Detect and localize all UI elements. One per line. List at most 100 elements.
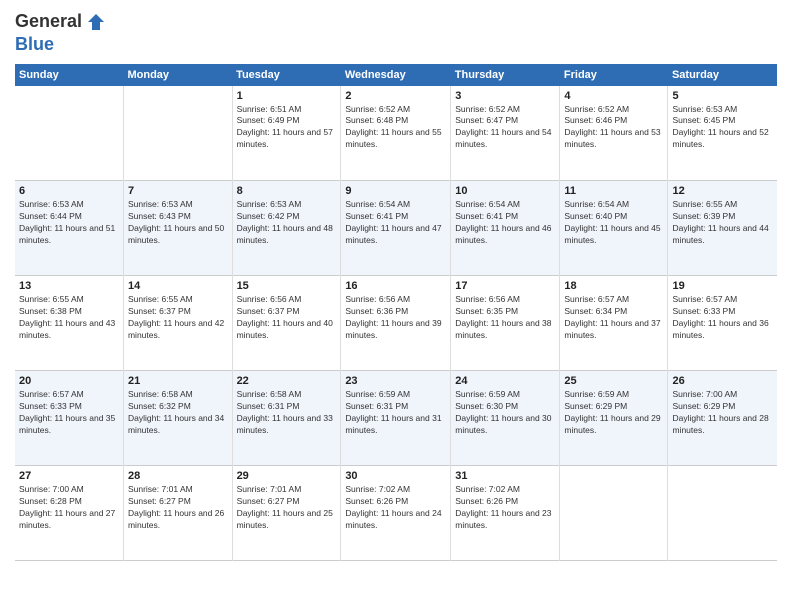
calendar-cell: 29 Sunrise: 7:01 AM Sunset: 6:27 PM Dayli… [232, 466, 341, 561]
calendar-cell: 9 Sunrise: 6:54 AM Sunset: 6:41 PM Daylig… [341, 181, 451, 276]
calendar-cell: 25 Sunrise: 6:59 AM Sunset: 6:29 PM Dayli… [560, 371, 668, 466]
day-number: 28 [128, 470, 228, 482]
day-number: 27 [19, 470, 119, 482]
calendar-cell: 6 Sunrise: 6:53 AM Sunset: 6:44 PM Daylig… [15, 181, 123, 276]
calendar-cell: 31 Sunrise: 7:02 AM Sunset: 6:26 PM Dayli… [451, 466, 560, 561]
day-number: 8 [237, 185, 337, 197]
day-info: Sunrise: 7:01 AM Sunset: 6:27 PM Dayligh… [237, 484, 337, 532]
day-number: 31 [455, 470, 555, 482]
logo: General Blue [15, 10, 108, 56]
day-info: Sunrise: 6:54 AM Sunset: 6:40 PM Dayligh… [564, 199, 663, 247]
calendar-cell: 27 Sunrise: 7:00 AM Sunset: 6:28 PM Dayli… [15, 466, 123, 561]
calendar-cell: 12 Sunrise: 6:55 AM Sunset: 6:39 PM Dayli… [668, 181, 777, 276]
day-info: Sunrise: 6:57 AM Sunset: 6:33 PM Dayligh… [19, 389, 119, 437]
calendar-cell: 7 Sunrise: 6:53 AM Sunset: 6:43 PM Daylig… [123, 181, 232, 276]
day-number: 25 [564, 375, 663, 387]
day-number: 18 [564, 280, 663, 292]
calendar-cell: 3Sunrise: 6:52 AM Sunset: 6:47 PM Daylig… [451, 86, 560, 181]
header: General Blue [15, 10, 777, 56]
day-info: Sunrise: 6:59 AM Sunset: 6:29 PM Dayligh… [564, 389, 663, 437]
day-header-thursday: Thursday [451, 64, 560, 86]
week-row-2: 6 Sunrise: 6:53 AM Sunset: 6:44 PM Daylig… [15, 181, 777, 276]
logo-icon [84, 10, 108, 34]
week-row-5: 27 Sunrise: 7:00 AM Sunset: 6:28 PM Dayli… [15, 466, 777, 561]
day-number: 15 [237, 280, 337, 292]
day-number: 4 [564, 90, 663, 102]
day-number: 3 [455, 90, 555, 102]
day-number: 7 [128, 185, 228, 197]
calendar-cell: 23 Sunrise: 6:59 AM Sunset: 6:31 PM Dayli… [341, 371, 451, 466]
day-info: Sunrise: 7:00 AM Sunset: 6:28 PM Dayligh… [19, 484, 119, 532]
calendar-cell: 1Sunrise: 6:51 AM Sunset: 6:49 PM Daylig… [232, 86, 341, 181]
calendar-cell: 24Sunrise: 6:59 AM Sunset: 6:30 PM Dayli… [451, 371, 560, 466]
day-info: Sunrise: 6:58 AM Sunset: 6:32 PM Dayligh… [128, 389, 228, 437]
calendar-cell: 15 Sunrise: 6:56 AM Sunset: 6:37 PM Dayli… [232, 276, 341, 371]
calendar-cell: 26 Sunrise: 7:00 AM Sunset: 6:29 PM Dayli… [668, 371, 777, 466]
day-number: 13 [19, 280, 119, 292]
logo-general: General [15, 11, 82, 31]
day-info: Sunrise: 6:53 AM Sunset: 6:45 PM Dayligh… [672, 104, 773, 152]
calendar-table: SundayMondayTuesdayWednesdayThursdayFrid… [15, 64, 777, 562]
page: General Blue SundayMondayTuesdayWednesda… [0, 0, 792, 612]
calendar-cell: 18 Sunrise: 6:57 AM Sunset: 6:34 PM Dayli… [560, 276, 668, 371]
header-row: SundayMondayTuesdayWednesdayThursdayFrid… [15, 64, 777, 86]
day-number: 24 [455, 375, 555, 387]
calendar-cell: 30 Sunrise: 7:02 AM Sunset: 6:26 PM Dayli… [341, 466, 451, 561]
day-info: Sunrise: 7:00 AM Sunset: 6:29 PM Dayligh… [672, 389, 773, 437]
day-info: Sunrise: 6:56 AM Sunset: 6:36 PM Dayligh… [345, 294, 446, 342]
day-number: 12 [672, 185, 773, 197]
week-row-3: 13 Sunrise: 6:55 AM Sunset: 6:38 PM Dayli… [15, 276, 777, 371]
day-info: Sunrise: 6:54 AM Sunset: 6:41 PM Dayligh… [455, 199, 555, 247]
calendar-cell: 10 Sunrise: 6:54 AM Sunset: 6:41 PM Dayli… [451, 181, 560, 276]
day-info: Sunrise: 6:52 AM Sunset: 6:48 PM Dayligh… [345, 104, 446, 152]
calendar-cell [668, 466, 777, 561]
day-number: 17 [455, 280, 555, 292]
week-row-1: 1Sunrise: 6:51 AM Sunset: 6:49 PM Daylig… [15, 86, 777, 181]
day-number: 5 [672, 90, 773, 102]
day-number: 20 [19, 375, 119, 387]
day-number: 29 [237, 470, 337, 482]
day-info: Sunrise: 6:53 AM Sunset: 6:42 PM Dayligh… [237, 199, 337, 247]
day-header-saturday: Saturday [668, 64, 777, 86]
calendar-cell: 5 Sunrise: 6:53 AM Sunset: 6:45 PM Daylig… [668, 86, 777, 181]
day-info: Sunrise: 7:02 AM Sunset: 6:26 PM Dayligh… [455, 484, 555, 532]
day-info: Sunrise: 6:55 AM Sunset: 6:38 PM Dayligh… [19, 294, 119, 342]
day-info: Sunrise: 7:02 AM Sunset: 6:26 PM Dayligh… [345, 484, 446, 532]
calendar-cell [560, 466, 668, 561]
day-header-monday: Monday [123, 64, 232, 86]
calendar-cell: 11Sunrise: 6:54 AM Sunset: 6:40 PM Dayli… [560, 181, 668, 276]
calendar-cell: 17 Sunrise: 6:56 AM Sunset: 6:35 PM Dayli… [451, 276, 560, 371]
day-info: Sunrise: 6:55 AM Sunset: 6:37 PM Dayligh… [128, 294, 228, 342]
day-number: 2 [345, 90, 446, 102]
day-info: Sunrise: 6:51 AM Sunset: 6:49 PM Dayligh… [237, 104, 337, 152]
day-header-tuesday: Tuesday [232, 64, 341, 86]
day-number: 16 [345, 280, 446, 292]
day-number: 9 [345, 185, 446, 197]
calendar-cell: 13 Sunrise: 6:55 AM Sunset: 6:38 PM Dayli… [15, 276, 123, 371]
calendar-cell: 20 Sunrise: 6:57 AM Sunset: 6:33 PM Dayli… [15, 371, 123, 466]
calendar-cell: 21Sunrise: 6:58 AM Sunset: 6:32 PM Dayli… [123, 371, 232, 466]
day-info: Sunrise: 6:56 AM Sunset: 6:35 PM Dayligh… [455, 294, 555, 342]
calendar-cell: 4 Sunrise: 6:52 AM Sunset: 6:46 PM Daylig… [560, 86, 668, 181]
calendar-cell: 28Sunrise: 7:01 AM Sunset: 6:27 PM Dayli… [123, 466, 232, 561]
day-info: Sunrise: 6:53 AM Sunset: 6:44 PM Dayligh… [19, 199, 119, 247]
day-number: 26 [672, 375, 773, 387]
day-info: Sunrise: 6:57 AM Sunset: 6:34 PM Dayligh… [564, 294, 663, 342]
day-info: Sunrise: 6:59 AM Sunset: 6:31 PM Dayligh… [345, 389, 446, 437]
day-info: Sunrise: 6:54 AM Sunset: 6:41 PM Dayligh… [345, 199, 446, 247]
day-info: Sunrise: 6:53 AM Sunset: 6:43 PM Dayligh… [128, 199, 228, 247]
day-number: 23 [345, 375, 446, 387]
calendar-cell: 8 Sunrise: 6:53 AM Sunset: 6:42 PM Daylig… [232, 181, 341, 276]
day-header-sunday: Sunday [15, 64, 123, 86]
day-info: Sunrise: 6:57 AM Sunset: 6:33 PM Dayligh… [672, 294, 773, 342]
day-number: 30 [345, 470, 446, 482]
day-number: 6 [19, 185, 119, 197]
calendar-cell [123, 86, 232, 181]
day-number: 10 [455, 185, 555, 197]
day-info: Sunrise: 6:56 AM Sunset: 6:37 PM Dayligh… [237, 294, 337, 342]
calendar-cell [15, 86, 123, 181]
week-row-4: 20 Sunrise: 6:57 AM Sunset: 6:33 PM Dayli… [15, 371, 777, 466]
day-info: Sunrise: 6:52 AM Sunset: 6:46 PM Dayligh… [564, 104, 663, 152]
day-info: Sunrise: 6:55 AM Sunset: 6:39 PM Dayligh… [672, 199, 773, 247]
calendar-cell: 19Sunrise: 6:57 AM Sunset: 6:33 PM Dayli… [668, 276, 777, 371]
